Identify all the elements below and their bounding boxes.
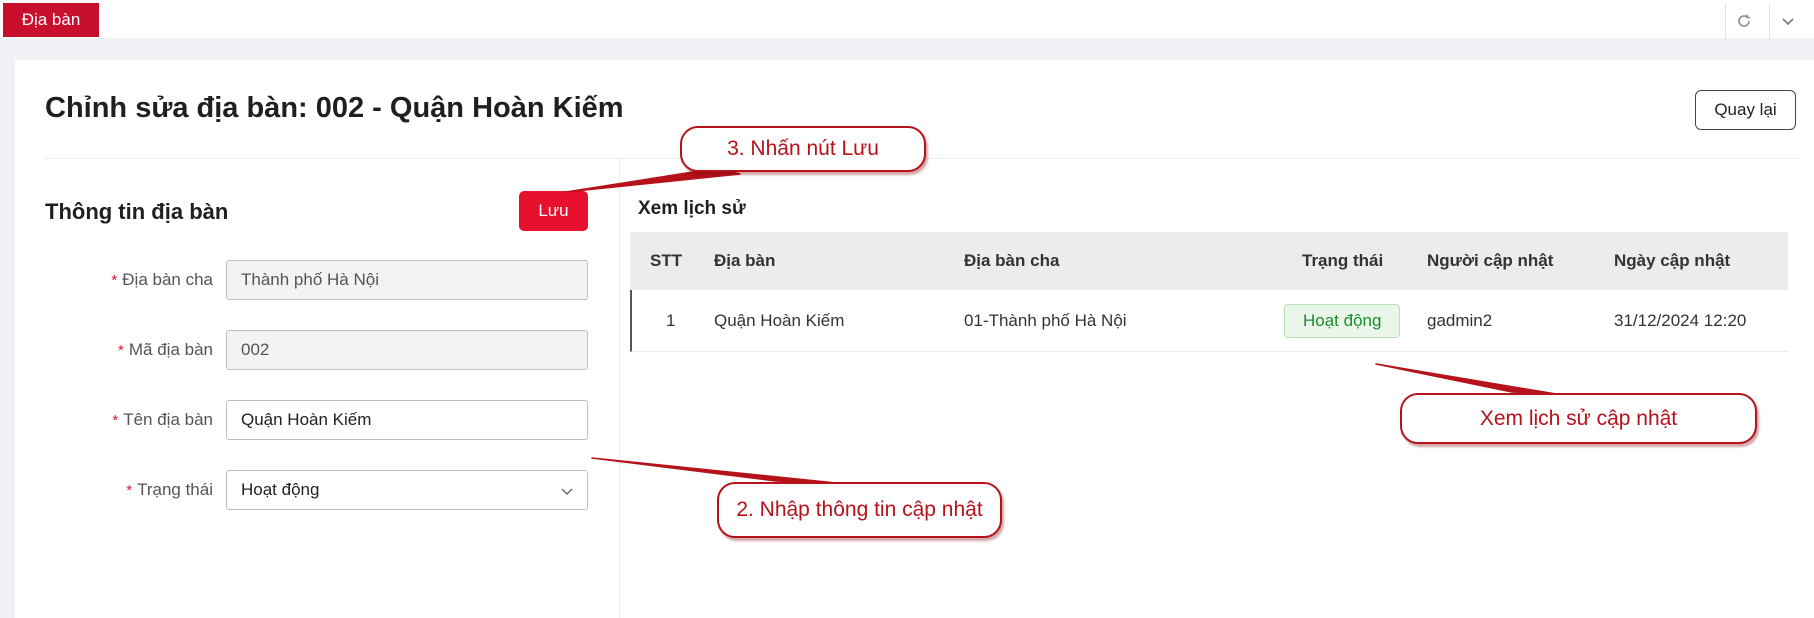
annotation-history: Xem lịch sử cập nhật bbox=[1400, 393, 1757, 444]
field-label: * Địa bàn cha bbox=[111, 270, 213, 289]
cell-stt: 1 bbox=[666, 310, 676, 330]
status-badge: Hoạt động bbox=[1284, 303, 1401, 338]
cell-status: Hoạt động bbox=[1284, 290, 1401, 351]
tab-bar: Địa bàn bbox=[0, 0, 1814, 39]
required-mark: * bbox=[126, 481, 133, 499]
form-section-title: Thông tin địa bàn bbox=[45, 199, 229, 224]
status-select-value: Hoạt động bbox=[241, 480, 320, 499]
cell-area: Quận Hoàn Kiếm bbox=[714, 310, 845, 330]
chevron-down-icon bbox=[561, 488, 573, 495]
refresh-button[interactable] bbox=[1725, 3, 1761, 39]
save-button[interactable]: Lưu bbox=[519, 191, 588, 231]
required-mark: * bbox=[112, 411, 119, 429]
chevron-down-icon bbox=[1781, 18, 1794, 26]
form-row-status: * Trạng thái Hoạt động bbox=[0, 470, 600, 510]
form-row-area-code: * Mã địa bàn 002 bbox=[0, 330, 600, 370]
field-label: * Trạng thái bbox=[126, 480, 213, 499]
area-name-input[interactable]: Quận Hoàn Kiếm bbox=[226, 400, 588, 440]
tab-dropdown-button[interactable] bbox=[1769, 3, 1805, 39]
panel-divider bbox=[619, 159, 620, 618]
form-row-parent-area: * Địa bàn cha Thành phố Hà Nội bbox=[0, 260, 600, 300]
annotation-step2: 2. Nhập thông tin cập nhật bbox=[717, 482, 1002, 538]
col-header-updated-by: Người cập nhật bbox=[1427, 251, 1554, 270]
parent-area-field: Thành phố Hà Nội bbox=[226, 260, 588, 300]
table-row[interactable]: 1 Quận Hoàn Kiếm 01-Thành phố Hà Nội Hoạ… bbox=[630, 290, 1788, 352]
history-title: Xem lịch sử bbox=[638, 198, 746, 219]
required-mark: * bbox=[111, 271, 118, 289]
col-header-stt: STT bbox=[650, 251, 683, 270]
cell-updated-by: gadmin2 bbox=[1427, 310, 1493, 330]
area-code-field: 002 bbox=[226, 330, 588, 370]
col-header-parent-area: Địa bàn cha bbox=[964, 251, 1060, 270]
page-title: Chỉnh sửa địa bàn: 002 - Quận Hoàn Kiếm bbox=[45, 92, 624, 124]
field-label: * Mã địa bàn bbox=[118, 340, 213, 359]
col-header-status: Trạng thái bbox=[1302, 251, 1384, 270]
cell-parent-area: 01-Thành phố Hà Nội bbox=[964, 310, 1127, 330]
col-header-updated-at: Ngày cập nhật bbox=[1614, 251, 1731, 270]
required-mark: * bbox=[118, 341, 124, 359]
cell-updated-at: 31/12/2024 12:20 bbox=[1614, 310, 1747, 330]
table-header: STT Địa bàn Địa bàn cha Trạng thái Người… bbox=[630, 232, 1788, 290]
col-header-area: Địa bàn bbox=[714, 251, 776, 270]
annotation-step3: 3. Nhấn nút Lưu bbox=[680, 126, 926, 172]
form-row-area-name: * Tên địa bàn Quận Hoàn Kiếm bbox=[0, 400, 600, 440]
back-button[interactable]: Quay lại bbox=[1695, 90, 1796, 130]
tab-dia-ban[interactable]: Địa bàn bbox=[3, 3, 99, 37]
status-select[interactable]: Hoạt động bbox=[226, 470, 588, 510]
field-label: * Tên địa bàn bbox=[112, 410, 213, 429]
refresh-icon bbox=[1737, 14, 1750, 27]
